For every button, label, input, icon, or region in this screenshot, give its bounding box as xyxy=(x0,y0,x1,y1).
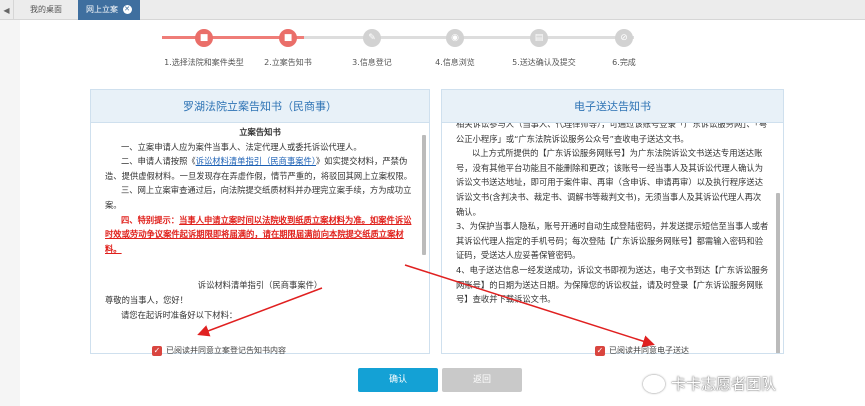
step-1-label: 1.选择法院和案件类型 xyxy=(164,58,244,67)
filing-notice-panel: 罗湖法院立案告知书（民商事） 立案告知书 一、立案申请人应为案件当事人、法定代理… xyxy=(90,89,430,354)
agree-e-service-label: 已阅读并同意电子送达 xyxy=(609,346,689,355)
tab-scroll-left-icon[interactable]: ◀ xyxy=(0,0,14,20)
notice-heading: 立案告知书 xyxy=(239,127,281,137)
notice-paragraph-4: 四、特别提示：当事人申请立案时间以法院收到纸质立案材料为准。如案件诉讼时效或劳动… xyxy=(105,213,415,257)
e-service-notice-scrollbar[interactable] xyxy=(776,193,780,353)
notice-paragraph-2: 二、申请人请按照《诉讼材料清单指引（民商事案件）》如实提交材料，严禁伪造、提供虚… xyxy=(105,154,415,183)
cutoff-text: 请您在起诉时准备好以下材料： xyxy=(121,309,238,320)
step-6-icon: ⊘ xyxy=(615,29,633,47)
step-6-label: 6.完成 xyxy=(612,58,636,67)
e-service-notice-body[interactable]: 相关诉讼参与人（当事人、代理律师等），可通过该账号登录「广东诉讼服务网」、「粤公… xyxy=(442,123,783,353)
step-3-label: 3.信息登记 xyxy=(352,58,392,67)
step-3-icon: ✎ xyxy=(363,29,381,47)
main-content: ■ ■ ✎ ◉ ▤ ⊘ 1.选择法院和案件类型 2.立案告知书 3.信息登记 4… xyxy=(20,20,865,406)
step-1-icon: ■ xyxy=(195,29,213,47)
checkbox-checked-icon[interactable]: ✓ xyxy=(595,345,605,356)
tab-home-label: 我的桌面 xyxy=(30,5,62,14)
step-2-label: 2.立案告知书 xyxy=(264,58,312,67)
notice-spacer xyxy=(105,256,415,278)
checkbox-checked-icon[interactable]: ✓ xyxy=(152,345,162,356)
e-service-text-0: 相关诉讼参与人（当事人、代理律师等），可通过该账号登录「广东诉讼服务网」、「粤公… xyxy=(456,123,768,144)
watermark-text: 卡卡志愿者团队 xyxy=(671,375,777,393)
step-2-icon: ■ xyxy=(279,29,297,47)
filing-notice-title: 罗湖法院立案告知书（民商事） xyxy=(91,90,429,123)
wechat-icon xyxy=(643,374,665,393)
agree-filing-notice-label: 已阅读并同意立案登记告知书内容 xyxy=(166,346,286,355)
close-icon[interactable]: ✕ xyxy=(122,5,132,14)
filing-notice-scrollbar[interactable] xyxy=(422,135,426,255)
tab-home[interactable]: 我的桌面 xyxy=(22,0,74,20)
tab-online-filing-label: 网上立案 xyxy=(86,5,118,14)
notice-paragraph-1: 一、立案申请人应为案件当事人、法定代理人或委托诉讼代理人。 xyxy=(121,141,362,152)
notice-paragraph-3: 三、网上立案审查通过后，向法院提交纸质材料并办理完立案手续，方为成功立案。 xyxy=(105,185,412,210)
confirm-button[interactable]: 确认 xyxy=(358,368,438,392)
greeting-text: 尊敬的当事人，您好！ xyxy=(105,294,188,305)
step-5-icon: ▤ xyxy=(530,29,548,47)
notice-p2-prefix: 二、申请人请按照《 xyxy=(121,156,196,167)
e-service-text-2: 3、为保护当事人隐私，账号开通时自动生成登陆密码，并发送提示短信至当事人或者其诉… xyxy=(456,221,769,261)
tab-online-filing[interactable]: 网上立案 ✕ xyxy=(78,0,140,20)
e-service-notice-panel: 电子送达告知书 相关诉讼参与人（当事人、代理律师等），可通过该账号登录「广东诉讼… xyxy=(441,89,784,354)
step-4-label: 4.信息浏览 xyxy=(435,58,475,67)
agree-e-service[interactable]: ✓ 已阅读并同意电子送达 xyxy=(595,345,689,356)
materials-guide-link[interactable]: 诉讼材料清单指引（民商事案件） xyxy=(196,156,316,166)
stepper-rest-line xyxy=(304,36,634,39)
e-service-text-1: 以上方式所提供的【广东诉讼服务网账号】为广东法院诉讼文书送达专用送达账号，没有其… xyxy=(456,148,763,217)
special-notice-label: 四、特别提示： xyxy=(121,214,180,225)
e-service-notice-title: 电子送达告知书 xyxy=(442,90,783,123)
materials-subheading: 诉讼材料清单指引（民商事案件） xyxy=(197,280,323,291)
back-button[interactable]: 返回 xyxy=(442,368,522,392)
filing-notice-body[interactable]: 立案告知书 一、立案申请人应为案件当事人、法定代理人或委托诉讼代理人。 二、申请… xyxy=(91,123,429,353)
tab-bar: ◀ 我的桌面 网上立案 ✕ xyxy=(0,0,865,20)
watermark: 卡卡志愿者团队 xyxy=(643,373,776,394)
step-5-label: 5.送达确认及提交 xyxy=(512,58,576,67)
e-service-text-3: 4、电子送达信息一经发送成功，诉讼文书即视为送达，电子文书到达【广东诉讼服务网账… xyxy=(456,264,769,305)
agree-filing-notice[interactable]: ✓ 已阅读并同意立案登记告知书内容 xyxy=(152,345,286,356)
step-4-icon: ◉ xyxy=(446,29,464,47)
